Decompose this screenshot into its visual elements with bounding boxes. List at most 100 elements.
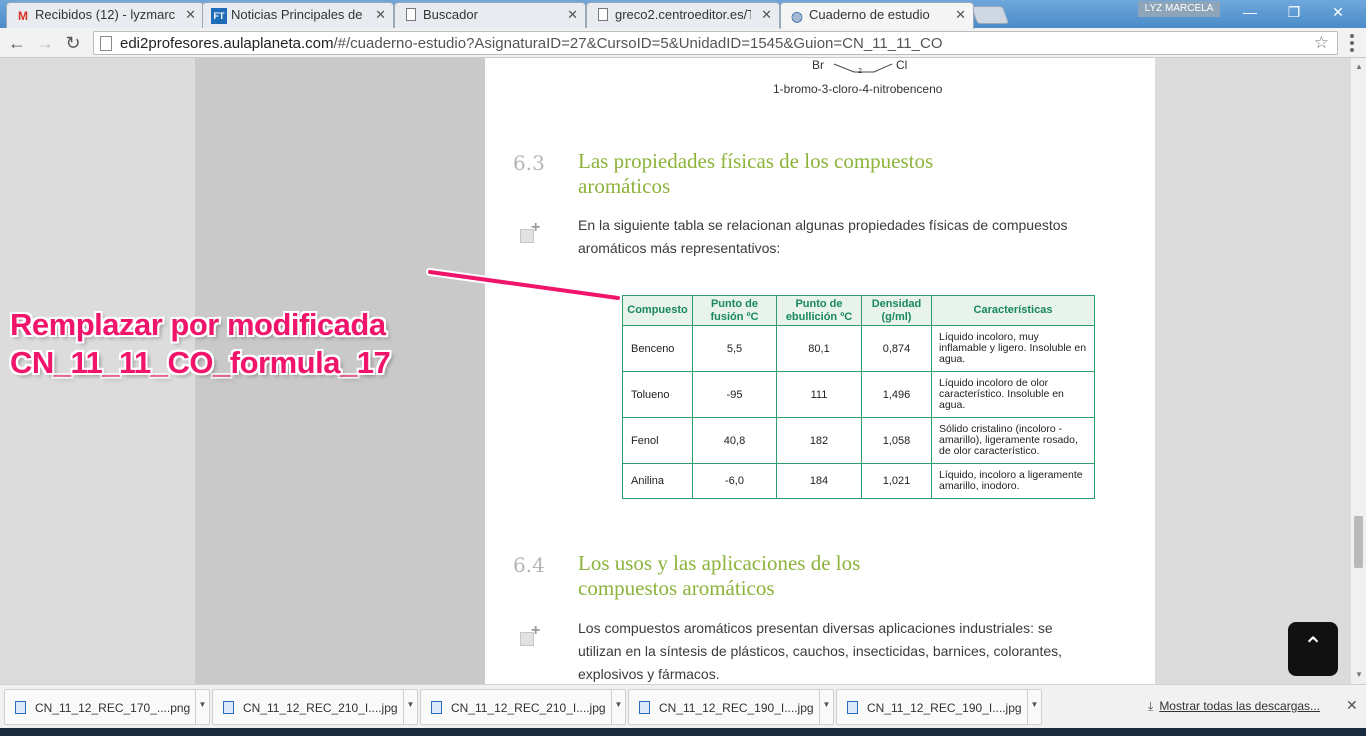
column-header: Características	[931, 295, 1095, 326]
page-icon	[595, 8, 611, 24]
table-row: Fenol 40,8 182 1,058 Sólido cristalino (…	[622, 417, 1095, 464]
table-cell: 1,021	[861, 463, 932, 499]
scrollbar-thumb[interactable]	[1354, 516, 1363, 568]
address-bar[interactable]: edi2profesores.aulaplaneta.com/#/cuadern…	[93, 31, 1338, 55]
url-path: /#/cuaderno-estudio?AsignaturaID=27&Curs…	[333, 35, 943, 52]
annotation-text: Remplazar por modificada CN_11_11_CO_for…	[10, 306, 391, 382]
table-cell: Sólido cristalino (incoloro - amarillo),…	[931, 417, 1095, 464]
restore-button[interactable]: ❐	[1272, 2, 1316, 22]
table-row: Anilina -6,0 184 1,021 Líquido, incoloro…	[622, 463, 1095, 499]
close-icon[interactable]: ✕	[375, 7, 386, 23]
tab-noticias[interactable]: FT Noticias Principales de Co ✕	[202, 2, 394, 28]
download-filename: CN_11_12_REC_210_I....jpg	[243, 701, 398, 715]
download-item[interactable]: CN_11_12_REC_170_....png ▼	[4, 689, 210, 725]
section-title: Los usos y las aplicaciones de los compu…	[578, 551, 861, 600]
section-number: 6.4	[513, 553, 545, 577]
chevron-down-icon[interactable]: ▼	[195, 690, 209, 724]
tab-buscador[interactable]: Buscador ✕	[394, 2, 586, 28]
tab-title: Noticias Principales de Co	[231, 7, 365, 22]
close-icon[interactable]: ✕	[1346, 697, 1358, 714]
gmail-icon: M	[18, 9, 28, 23]
formula-atom-right: Cl	[896, 58, 908, 72]
table-cell: 184	[776, 463, 862, 499]
chevron-down-icon[interactable]: ▼	[1027, 690, 1041, 724]
add-note-icon[interactable]: +	[520, 622, 542, 646]
scroll-to-top-button[interactable]: ⌃	[1288, 622, 1338, 676]
column-header: Densidad (g/ml)	[861, 295, 932, 326]
user-badge[interactable]: LYZ MARCELA	[1138, 1, 1220, 17]
tab-title: Cuaderno de estudio	[809, 7, 930, 22]
vertical-scrollbar[interactable]: ▲ ▼	[1350, 58, 1366, 684]
bookmark-star-icon[interactable]: ☆	[1314, 33, 1329, 53]
compound-name: 1-bromo-3-cloro-4-nitrobenceno	[773, 82, 943, 96]
url-host: edi2profesores.aulaplaneta.com	[120, 35, 334, 52]
image-file-icon	[223, 701, 234, 714]
chevron-down-icon[interactable]: ▼	[611, 690, 625, 724]
close-icon[interactable]: ✕	[761, 7, 772, 23]
table-cell: 1,496	[861, 371, 932, 418]
download-item[interactable]: CN_11_12_REC_190_I....jpg ▼	[836, 689, 1042, 725]
table-cell: 182	[776, 417, 862, 464]
close-window-button[interactable]: ✕	[1316, 2, 1360, 22]
table-cell: Líquido, incoloro a ligeramente amarillo…	[931, 463, 1095, 499]
chevron-down-icon[interactable]: ▼	[403, 690, 417, 724]
forward-icon[interactable]: →	[34, 32, 56, 54]
os-taskbar	[0, 728, 1366, 736]
new-tab-button[interactable]	[970, 6, 1010, 24]
table-cell: Líquido incoloro de olor característico.…	[931, 371, 1095, 418]
tab-greco[interactable]: greco2.centroeditor.es/Te ✕	[586, 2, 780, 28]
section-paragraph: Los compuestos aromáticos presentan dive…	[578, 620, 1063, 682]
properties-table: Compuesto Punto de fusión ºC Punto de eb…	[622, 295, 1095, 499]
show-all-downloads-link[interactable]: ⤓ Mostrar todas las descargas...	[1148, 699, 1320, 714]
table-cell: Tolueno	[622, 371, 693, 418]
globe-icon: ◍	[790, 8, 804, 24]
table-header-row: Compuesto Punto de fusión ºC Punto de eb…	[622, 295, 1095, 326]
download-filename: CN_11_12_REC_170_....png	[35, 701, 191, 715]
table-cell: 40,8	[692, 417, 777, 464]
column-header: Punto de fusión ºC	[692, 295, 777, 326]
scroll-up-arrow-icon[interactable]: ▲	[1355, 62, 1363, 71]
table-cell: -6,0	[692, 463, 777, 499]
table-row: Benceno 5,5 80,1 0,874 Líquido incoloro,…	[622, 325, 1095, 372]
chevron-down-icon[interactable]: ▼	[819, 690, 833, 724]
formula-atom-left: Br	[812, 58, 824, 72]
url-text[interactable]: edi2profesores.aulaplaneta.com/#/cuadern…	[120, 35, 943, 52]
download-item[interactable]: CN_11_12_REC_210_I....jpg ▼	[212, 689, 418, 725]
page-viewport: Br 2 Cl 1-bromo-3-cloro-4-nitrobenceno 6…	[0, 58, 1366, 684]
image-file-icon	[15, 701, 26, 714]
reload-icon[interactable]: ↻	[62, 32, 84, 54]
browser-toolbar: ← → ↻ edi2profesores.aulaplaneta.com/#/c…	[0, 28, 1366, 58]
tab-title: greco2.centroeditor.es/Te	[615, 7, 751, 22]
table-cell: -95	[692, 371, 777, 418]
show-all-label: Mostrar todas las descargas...	[1159, 699, 1321, 713]
chevron-up-icon: ⌃	[1302, 633, 1324, 660]
download-item[interactable]: CN_11_12_REC_190_I....jpg ▼	[628, 689, 834, 725]
back-icon[interactable]: ←	[6, 32, 28, 54]
column-header: Punto de ebullición ºC	[776, 295, 862, 326]
download-item[interactable]: CN_11_12_REC_210_I....jpg ▼	[420, 689, 626, 725]
download-arrow-icon: ⤓	[1148, 699, 1154, 713]
table-cell: Fenol	[622, 417, 693, 464]
tab-gmail[interactable]: M Recibidos (12) - lyzmarcel ✕	[6, 2, 204, 28]
minimize-button[interactable]: —	[1228, 2, 1272, 22]
benzene-ring-fragment	[833, 63, 893, 73]
table-cell: 111	[776, 371, 862, 418]
tab-strip: M Recibidos (12) - lyzmarcel ✕ FT Notici…	[0, 0, 1366, 29]
close-icon[interactable]: ✕	[185, 7, 196, 23]
annotation-line-1: Remplazar por modificada	[10, 307, 386, 342]
page-icon	[100, 36, 112, 51]
download-filename: CN_11_12_REC_190_I....jpg	[867, 701, 1022, 715]
ft-icon: FT	[211, 8, 227, 24]
formula-position: 2	[858, 68, 862, 75]
table-row: Tolueno -95 111 1,496 Líquido incoloro d…	[622, 371, 1095, 418]
download-filename: CN_11_12_REC_190_I....jpg	[659, 701, 814, 715]
image-file-icon	[639, 701, 650, 714]
close-icon[interactable]: ✕	[567, 7, 578, 23]
scroll-down-arrow-icon[interactable]: ▼	[1355, 670, 1363, 679]
page-icon	[403, 8, 419, 24]
close-icon[interactable]: ✕	[955, 7, 966, 23]
tab-title: Recibidos (12) - lyzmarcel	[35, 7, 175, 22]
tab-cuaderno[interactable]: ◍ Cuaderno de estudio ✕	[780, 2, 974, 29]
menu-icon[interactable]	[1350, 34, 1354, 52]
image-file-icon	[431, 701, 442, 714]
